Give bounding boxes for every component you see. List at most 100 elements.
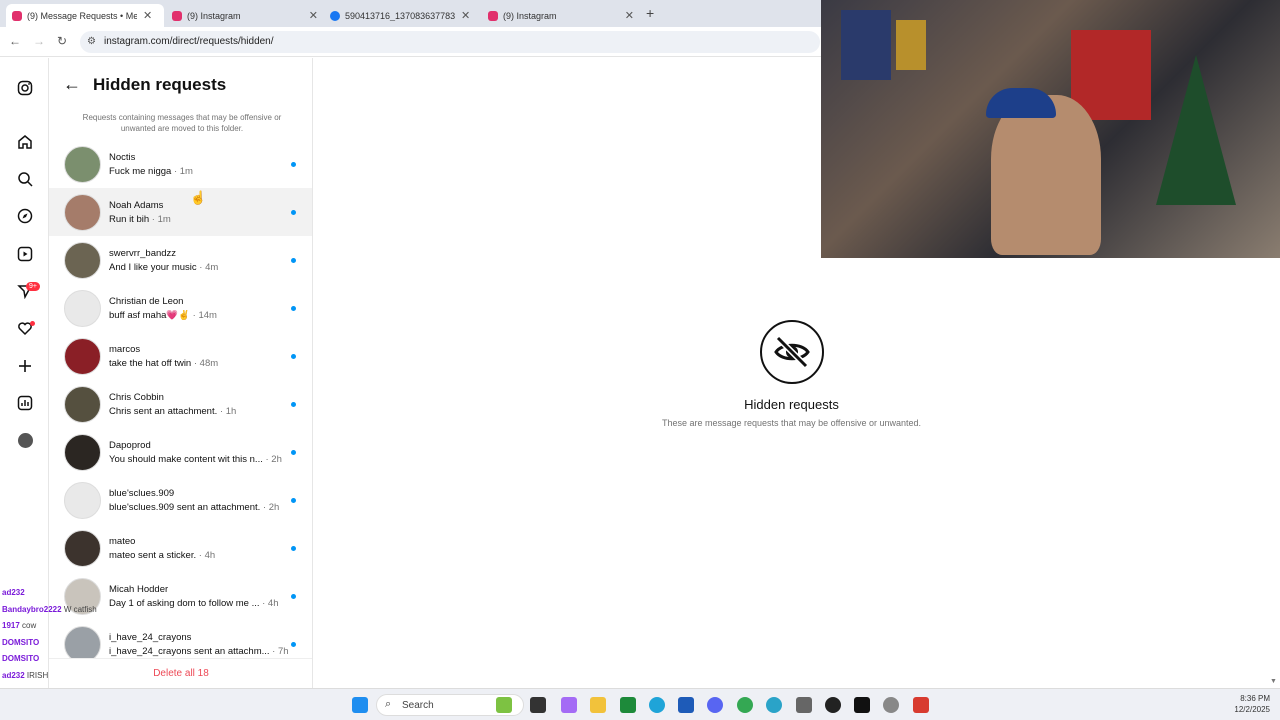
file-explorer-icon[interactable]: [590, 697, 606, 713]
request-preview: Chris sent an attachment. · 1h: [109, 406, 309, 417]
store-icon[interactable]: [678, 697, 694, 713]
request-time: · 1m: [171, 166, 193, 177]
back-arrow-icon[interactable]: ←: [63, 74, 81, 95]
request-row[interactable]: Noctis Fuck me nigga · 1m: [49, 140, 312, 188]
new-tab-icon[interactable]: +: [646, 5, 654, 21]
mouse-cursor-icon: ☝: [190, 190, 207, 205]
taskbar-search-label: Search: [402, 700, 434, 711]
reload-icon[interactable]: ↻: [57, 34, 67, 48]
home-icon[interactable]: [16, 134, 34, 152]
browser-tab-4[interactable]: (9) Instagram ✕: [482, 4, 640, 27]
christmas-tree: [1156, 55, 1236, 205]
request-row[interactable]: blue'sclues.909 blue'sclues.909 sent an a…: [49, 476, 312, 524]
windows-start-icon[interactable]: [352, 697, 368, 713]
reels-icon[interactable]: [16, 246, 34, 264]
app-icon[interactable]: [796, 697, 812, 713]
request-preview: Fuck me nigga · 1m: [109, 166, 309, 177]
request-time: · 2h: [262, 454, 282, 465]
settings-icon[interactable]: [883, 697, 899, 713]
instagram-icon[interactable]: [16, 80, 34, 98]
request-row[interactable]: swervrr_bandzz And I like your music · 4m: [49, 236, 312, 284]
taskbar-clock[interactable]: 8:36 PM 12/2/2025: [1200, 693, 1270, 715]
close-tab-icon[interactable]: ✕: [143, 9, 152, 22]
compass-icon[interactable]: [16, 208, 34, 226]
request-row[interactable]: mateo mateo sent a sticker. · 4h: [49, 524, 312, 572]
request-username: blue'sclues.909: [109, 488, 175, 499]
terminal-icon[interactable]: [854, 697, 870, 713]
unread-dot: [291, 450, 296, 455]
dashboard-icon[interactable]: [16, 395, 34, 413]
unread-dot: [291, 354, 296, 359]
chat-text: cow: [22, 621, 37, 630]
search-icon: ⌕: [385, 698, 392, 710]
tab-label: (9) Message Requests • Messag: [27, 10, 137, 21]
chrome-icon[interactable]: [737, 697, 753, 713]
chrome-active-icon[interactable]: [766, 697, 782, 713]
unread-dot: [291, 210, 296, 215]
plus-icon[interactable]: [16, 358, 34, 376]
profile-avatar[interactable]: [16, 433, 34, 451]
app-icon-red[interactable]: [913, 697, 929, 713]
chat-user: ad232: [2, 588, 25, 597]
request-message: Fuck me nigga: [109, 166, 172, 177]
request-message: And I like your music: [109, 262, 197, 273]
widgets-icon[interactable]: [496, 697, 512, 713]
request-username: Christian de Leon: [109, 296, 184, 307]
empty-state-title: Hidden requests: [744, 397, 839, 412]
request-username: Chris Cobbin: [109, 392, 164, 403]
chat-user: Bandaybro2222: [2, 604, 62, 614]
messages-badge: 9+: [26, 282, 40, 291]
close-tab-icon[interactable]: ✕: [309, 9, 318, 22]
request-row[interactable]: Chris Cobbin Chris sent an attachment. · …: [49, 380, 312, 428]
instagram-favicon-icon: [488, 10, 498, 21]
obs-icon[interactable]: [825, 697, 841, 713]
request-preview: Day 1 of asking dom to follow me ... · 4…: [109, 598, 309, 609]
scroll-down-icon[interactable]: ▼: [1270, 678, 1277, 685]
avatar: [64, 290, 101, 327]
chat-text: W catfish: [63, 604, 97, 614]
request-preview: buff asf maha💗✌️ · 14m: [109, 310, 309, 321]
url-field[interactable]: ⚙ instagram.com/direct/requests/hidden/: [80, 31, 820, 53]
chat-user: ad232: [2, 670, 25, 680]
close-tab-icon[interactable]: ✕: [461, 9, 470, 22]
request-message: mateo sent a sticker.: [109, 550, 197, 561]
webcam-overlay: [821, 0, 1280, 258]
site-settings-icon[interactable]: ⚙: [87, 36, 96, 47]
request-row[interactable]: Noah Adams Run it bih · 1m: [49, 188, 312, 236]
clock-time: 8:36 PM: [1240, 694, 1270, 703]
request-message: blue'sclues.909 sent an attachment.: [109, 502, 261, 513]
browser-tab-3[interactable]: 590413716_13708363778353 ✕: [324, 4, 482, 27]
request-message: Chris sent an attachment.: [109, 406, 218, 417]
browser-tab-1[interactable]: (9) Message Requests • Messag ✕: [6, 4, 164, 27]
browser-tab-2[interactable]: (9) Instagram ✕: [166, 4, 324, 27]
edge-icon[interactable]: [649, 697, 665, 713]
avatar: [64, 386, 101, 423]
eye-off-icon: [760, 320, 824, 384]
back-arrow-icon[interactable]: ←: [9, 34, 21, 48]
request-message: buff asf maha💗✌️: [109, 310, 191, 321]
forward-arrow-icon[interactable]: →: [33, 34, 45, 48]
request-preview: blue'sclues.909 sent an attachment. · 2h: [109, 502, 309, 513]
clock-date: 12/2/2025: [1234, 705, 1270, 714]
request-time: · 1h: [217, 406, 237, 417]
poster: [896, 20, 926, 70]
avatar: [64, 194, 101, 231]
avatar: [64, 434, 101, 471]
search-icon[interactable]: [16, 171, 34, 189]
close-tab-icon[interactable]: ✕: [625, 9, 634, 22]
request-row[interactable]: Christian de Leon buff asf maha💗✌️ · 14m: [49, 284, 312, 332]
request-row[interactable]: Dapoprod You should make content wit this…: [49, 428, 312, 476]
chat-line: ad232: [2, 585, 132, 602]
unread-dot: [291, 594, 296, 599]
request-row[interactable]: marcos take the hat off twin · 48m: [49, 332, 312, 380]
task-view-icon[interactable]: [530, 697, 546, 713]
xbox-icon[interactable]: [620, 697, 636, 713]
discord-icon[interactable]: [707, 697, 723, 713]
chat-user: 1917: [2, 621, 20, 630]
streamer: [991, 95, 1101, 255]
copilot-icon[interactable]: [561, 697, 577, 713]
request-preview: take the hat off twin · 48m: [109, 358, 309, 369]
streamer-hat: [986, 88, 1056, 118]
unread-dot: [291, 306, 296, 311]
chat-line: ad232 IRISH: [2, 668, 132, 685]
